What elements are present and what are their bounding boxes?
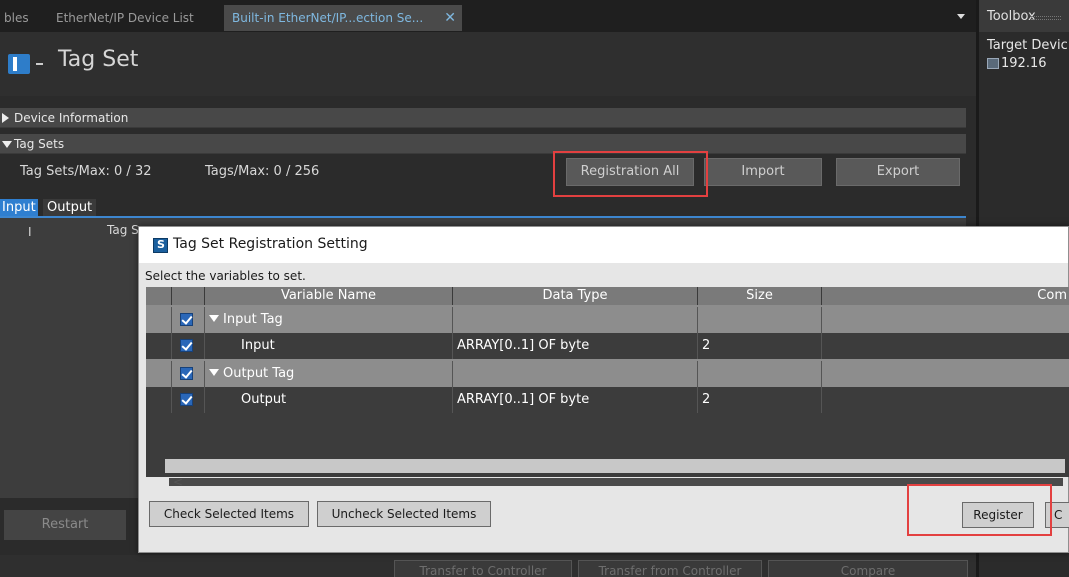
comment-cell: [822, 387, 1069, 413]
row-selector[interactable]: [146, 307, 172, 333]
tab-variables[interactable]: bles: [4, 6, 29, 30]
size-cell: [698, 307, 822, 333]
variable-name-cell: Output Tag: [205, 361, 453, 387]
row-checkbox-cell: [172, 333, 205, 359]
device-information-label: Device Information: [14, 111, 129, 125]
dialog-prompt: Select the variables to set.: [145, 269, 306, 283]
collapse-arrow-icon: [2, 141, 12, 148]
collapse-arrow-icon[interactable]: [209, 369, 219, 376]
collapse-arrow-icon[interactable]: [209, 315, 219, 322]
tab-list-dropdown-icon[interactable]: [957, 14, 965, 19]
table-header-comment[interactable]: Com: [822, 287, 1069, 305]
grid-column-i: I: [28, 225, 32, 239]
table-row[interactable]: Output ARRAY[0..1] OF byte 2: [146, 387, 1069, 413]
import-button[interactable]: Import: [704, 158, 822, 186]
dialog-title: Tag Set Registration Setting: [173, 236, 368, 252]
dialog-titlebar[interactable]: Tag Set Registration Setting: [139, 227, 1068, 263]
comment-cell: [822, 361, 1069, 387]
table-row[interactable]: Output Tag: [146, 361, 1069, 387]
comment-cell: [822, 333, 1069, 359]
compare-button[interactable]: Compare: [768, 560, 968, 577]
tag-set-icon: [8, 54, 30, 74]
panel-grip-icon[interactable]: [1031, 16, 1061, 20]
data-type-cell: ARRAY[0..1] OF byte: [453, 387, 698, 413]
comment-cell: [822, 307, 1069, 333]
tag-sets-section[interactable]: Tag Sets: [0, 134, 966, 154]
toolbox-title: Toolbox: [987, 9, 1036, 24]
tab-input[interactable]: Input: [0, 199, 38, 216]
table-header-variable-name[interactable]: Variable Name: [205, 287, 453, 305]
page-header: [0, 32, 976, 96]
network-device-icon: [987, 58, 999, 69]
target-device-ip[interactable]: 192.16: [1001, 56, 1047, 71]
export-button[interactable]: Export: [836, 158, 960, 186]
variable-name-cell: Input Tag: [205, 307, 453, 333]
size-cell: 2: [698, 387, 822, 413]
target-device-label: Target Devic: [987, 38, 1068, 53]
grid-column-tag-set: Tag S: [107, 223, 139, 237]
tag-sets-label: Tag Sets: [14, 137, 65, 151]
page-title: Tag Set: [58, 47, 139, 72]
data-type-cell: [453, 307, 698, 333]
scroll-left-icon[interactable]: <: [173, 475, 183, 489]
data-type-cell: ARRAY[0..1] OF byte: [453, 333, 698, 359]
tab-output[interactable]: Output: [43, 199, 97, 216]
row-selector[interactable]: [146, 361, 172, 387]
checkbox[interactable]: [180, 367, 193, 380]
checkbox[interactable]: [180, 339, 193, 352]
tab-connection-settings-label: Built-in EtherNet/IP...ection Se...: [232, 11, 424, 25]
size-cell: 2: [698, 333, 822, 359]
check-selected-items-button[interactable]: Check Selected Items: [149, 501, 309, 527]
transfer-to-controller-button[interactable]: Transfer to Controller: [394, 560, 572, 577]
tab-connection-settings[interactable]: Built-in EtherNet/IP...ection Se... ✕: [224, 5, 462, 31]
table-header-size[interactable]: Size: [698, 287, 822, 305]
variable-name-cell: Output: [205, 387, 453, 413]
row-checkbox-cell: [172, 387, 205, 413]
row-selector[interactable]: [146, 387, 172, 413]
tab-ethernet-ip-device-list[interactable]: EtherNet/IP Device List: [56, 6, 194, 30]
table-header-select: [146, 287, 172, 305]
row-selector[interactable]: [146, 333, 172, 359]
tags-count: Tags/Max: 0 / 256: [205, 164, 320, 179]
close-icon[interactable]: ✕: [444, 5, 456, 31]
table-row[interactable]: Input ARRAY[0..1] OF byte 2: [146, 333, 1069, 359]
tag-sets-count: Tag Sets/Max: 0 / 32: [20, 164, 152, 179]
horizontal-scrollbar[interactable]: [165, 459, 1065, 473]
variable-name: Output Tag: [223, 366, 295, 381]
app-icon: [153, 238, 168, 253]
transfer-from-controller-button[interactable]: Transfer from Controller: [578, 560, 762, 577]
table-header-check: [172, 287, 205, 305]
highlight-registration-all: [553, 151, 708, 197]
highlight-register: [907, 484, 1052, 536]
variable-table: Variable Name Data Type Size Com Input T…: [146, 287, 1069, 477]
uncheck-selected-items-button[interactable]: Uncheck Selected Items: [317, 501, 491, 527]
expand-arrow-icon: [2, 113, 9, 123]
checkbox[interactable]: [180, 313, 193, 326]
variable-name: Input Tag: [223, 312, 283, 327]
tag-set-icon-dash: [36, 63, 43, 65]
data-type-cell: [453, 361, 698, 387]
table-header-data-type[interactable]: Data Type: [453, 287, 698, 305]
table-row[interactable]: Input Tag: [146, 307, 1069, 333]
variable-name-cell: Input: [205, 333, 453, 359]
device-information-section[interactable]: Device Information: [0, 108, 966, 128]
restart-button[interactable]: Restart: [4, 510, 126, 540]
checkbox[interactable]: [180, 393, 193, 406]
app-window: bles EtherNet/IP Device List Built-in Et…: [0, 0, 1069, 577]
size-cell: [698, 361, 822, 387]
row-checkbox-cell: [172, 307, 205, 333]
row-checkbox-cell: [172, 361, 205, 387]
document-tab-bar: bles EtherNet/IP Device List Built-in Et…: [0, 0, 976, 32]
